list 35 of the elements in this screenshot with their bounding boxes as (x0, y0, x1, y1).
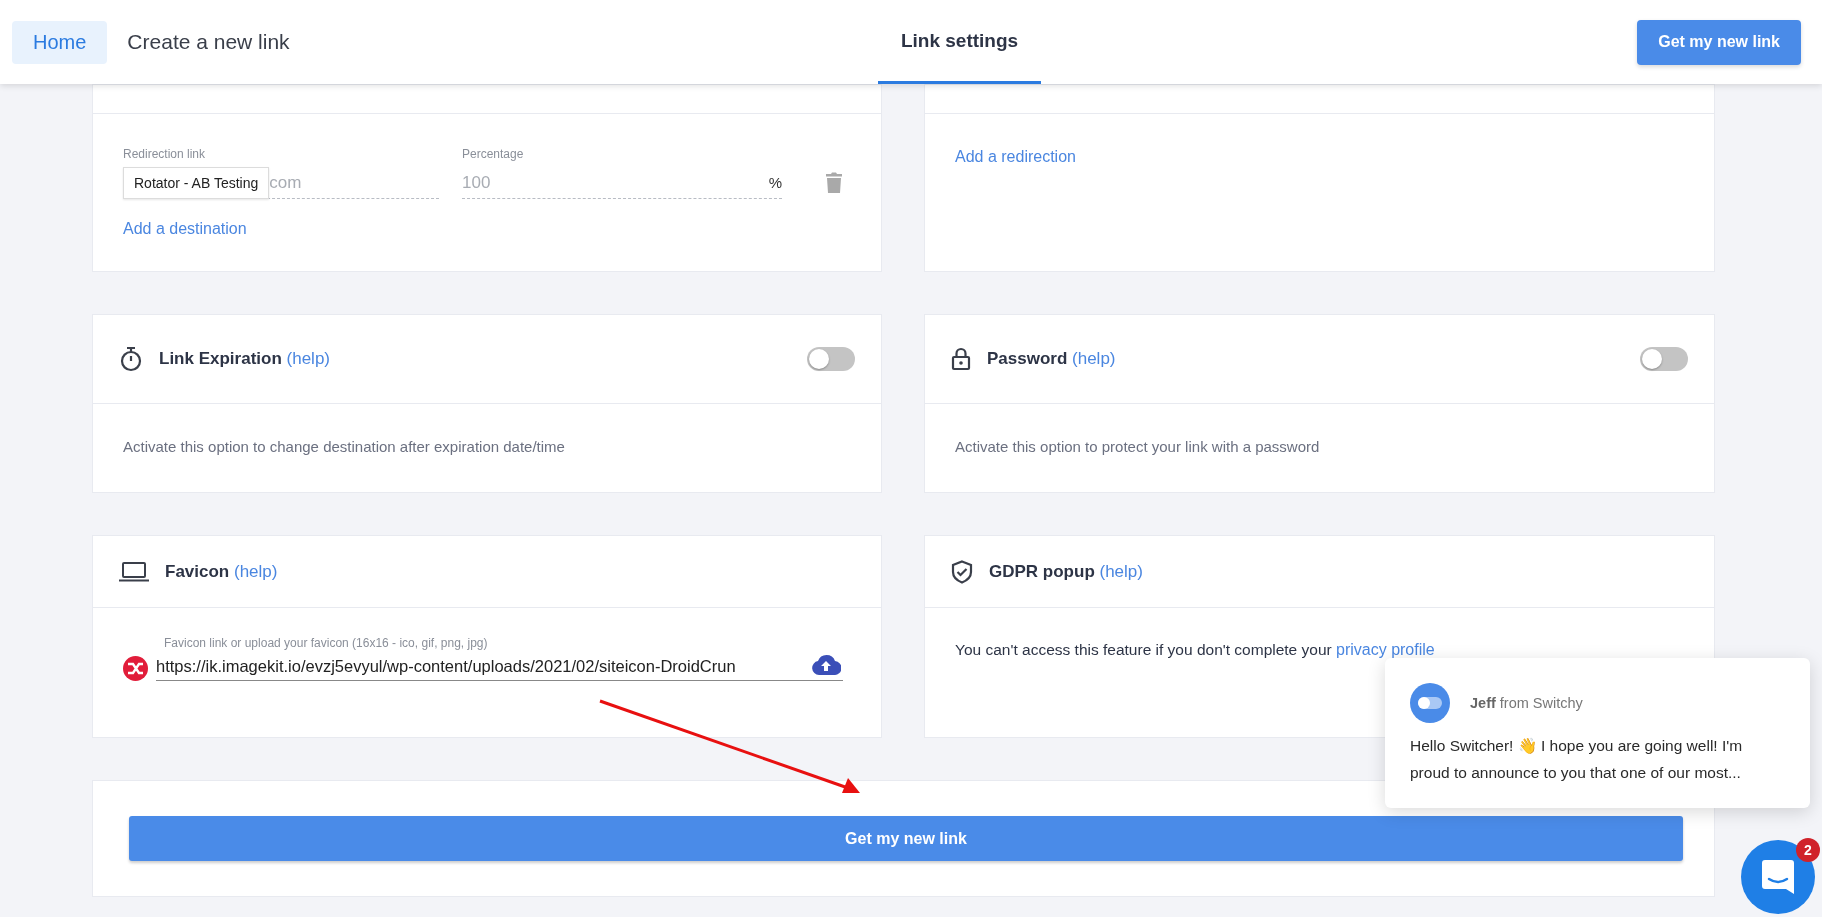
site-logo-icon (123, 655, 148, 681)
toggle-switch[interactable] (1640, 347, 1688, 371)
laptop-icon (119, 561, 149, 582)
cloud-upload-icon[interactable] (811, 655, 841, 675)
option-description: Activate this option to protect your link with a password (955, 437, 1321, 455)
card-title: Password (help) (987, 349, 1116, 369)
stopwatch-icon (119, 346, 143, 372)
sender-name: Jeff from Switchy (1470, 695, 1583, 711)
option-description: Activate this option to change destination after expiration date/time (123, 437, 566, 455)
field-label: Redirection link (123, 147, 207, 161)
tooltip: Rotator - AB Testing (123, 166, 270, 199)
card-title: Favicon (help) (165, 561, 278, 582)
avatar-icon (1410, 683, 1450, 723)
page-title: Create a new link (127, 30, 290, 54)
home-button[interactable]: Home (12, 20, 108, 64)
input-field[interactable]: Rotator - AB Testing com (123, 167, 439, 199)
add-destination-link[interactable]: Add a destination (123, 220, 247, 238)
shield-check-icon (951, 559, 973, 584)
card-title: GDPR popup (help) (989, 561, 1143, 582)
add-redirection-link[interactable]: Add a redirection (955, 148, 1076, 166)
input-field[interactable]: 100 % (462, 167, 782, 199)
field-label: Favicon link or upload your favicon (16x16 - ico, gif, png, jpg) (164, 636, 489, 650)
padlock-icon (951, 347, 971, 371)
toggle-switch[interactable] (807, 347, 855, 371)
privacy-profile-link[interactable]: privacy profile (1336, 641, 1435, 658)
get-link-button[interactable]: Get my new link (1637, 19, 1801, 65)
card-title: Link Expiration (help) (159, 349, 330, 369)
field-label: Percentage (462, 147, 525, 161)
get-link-button[interactable]: Get my new link (129, 816, 1683, 861)
chat-message: Hello Switcher! 👋 I hope you are going well! I'm proud to announce to you that one of our most... (1410, 736, 1744, 783)
chat-message-popup[interactable]: Jeff from Switchy Hello Switcher! 👋 I hope you are going well! I'm proud to announce to you that one of our most... (1385, 658, 1810, 808)
notice-text: You can't access this feature if you don't complete your privacy profile (955, 640, 1436, 659)
unread-badge: 2 (1796, 838, 1820, 862)
chat-bubble-icon (1762, 860, 1794, 894)
trash-icon[interactable] (825, 172, 843, 194)
